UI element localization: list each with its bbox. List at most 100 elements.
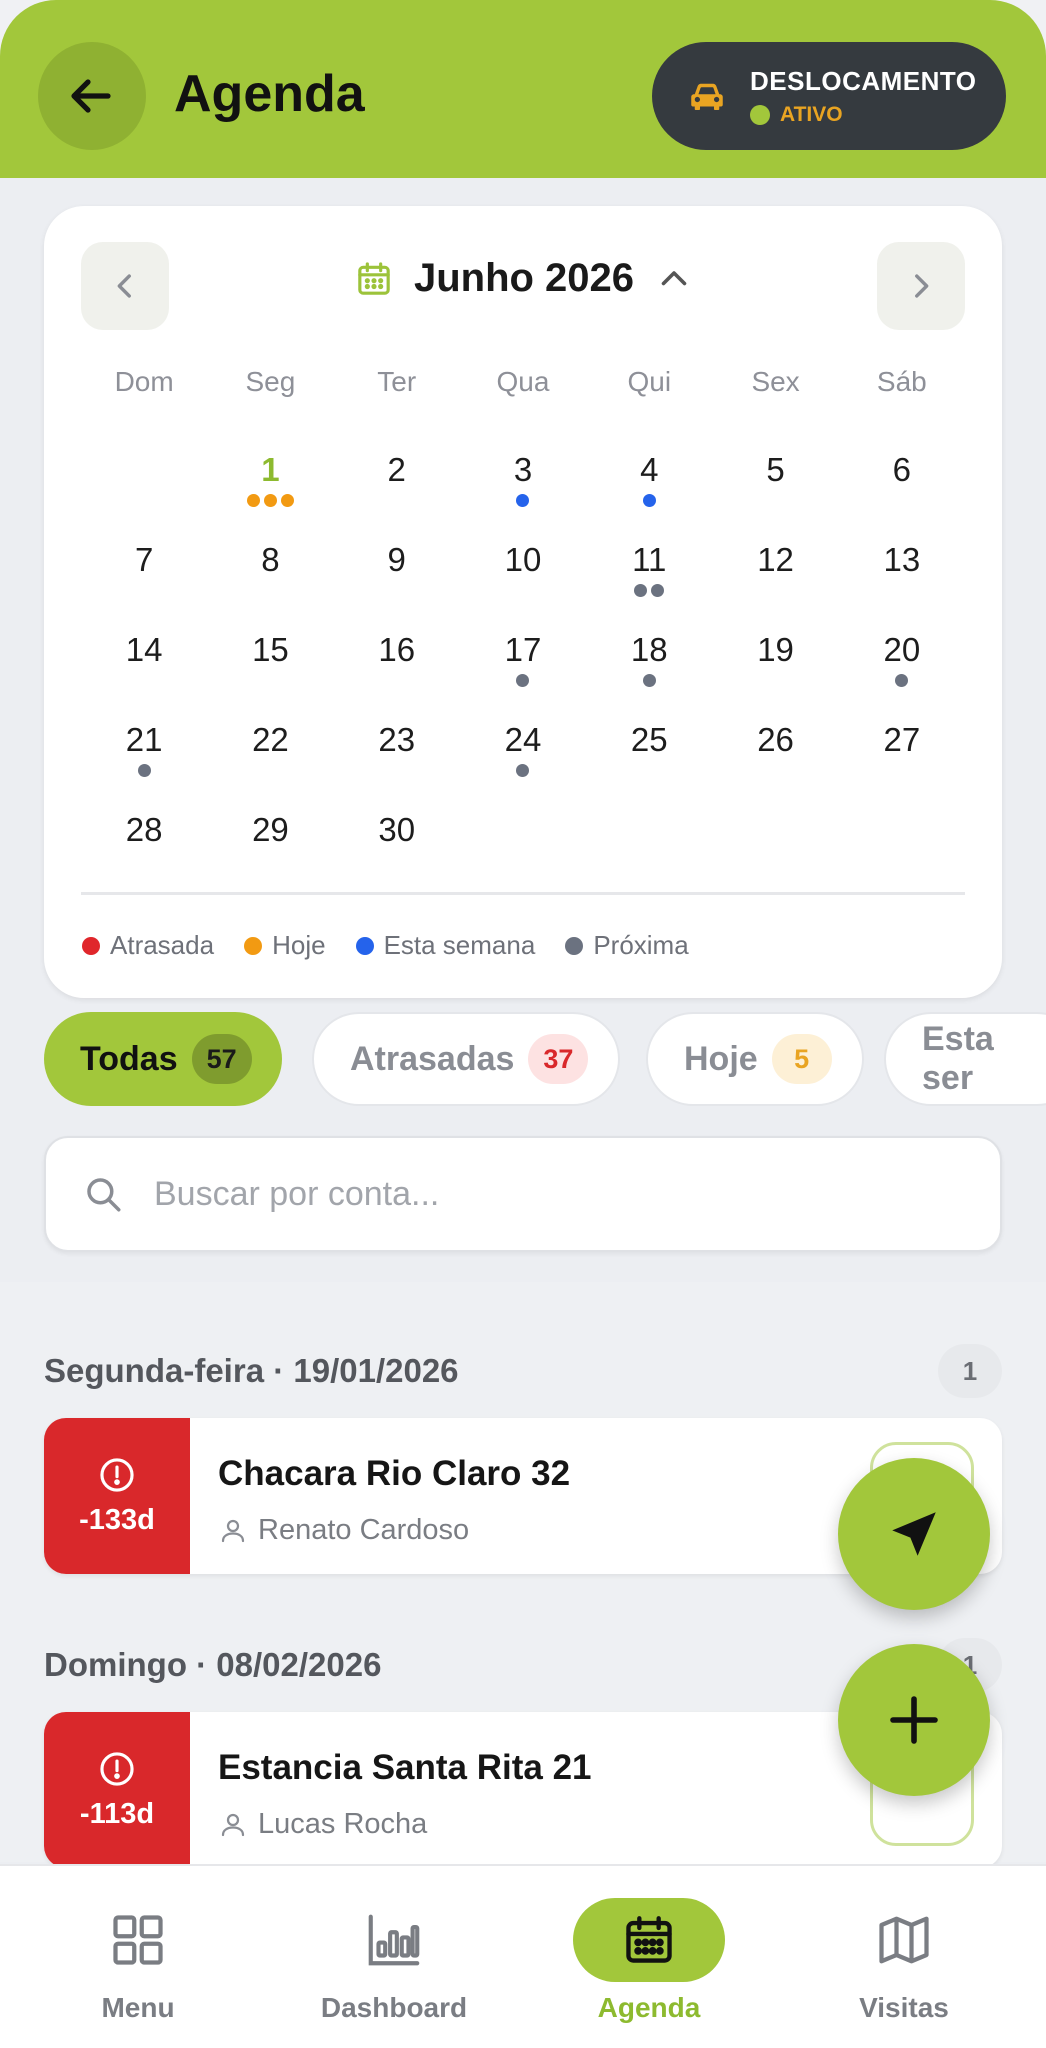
calendar-day-number: 11 bbox=[632, 541, 667, 578]
calendar-day[interactable]: 23 bbox=[334, 716, 460, 806]
calendar-day-number: 14 bbox=[125, 631, 163, 668]
days-late: -113d bbox=[79, 1797, 155, 1830]
visit-person: Lucas Rocha bbox=[218, 1808, 427, 1841]
calendar-day-number: 20 bbox=[883, 631, 921, 668]
calendar-day[interactable]: 1 bbox=[207, 446, 333, 536]
chevron-right-icon bbox=[915, 274, 929, 298]
calendar-day[interactable]: 18 bbox=[586, 626, 712, 716]
weekday-header: Dom Seg Ter Qua Qui Sex Sáb bbox=[81, 366, 965, 398]
calendar-day[interactable]: 4 bbox=[586, 446, 712, 536]
calendar-day[interactable]: 3 bbox=[460, 446, 586, 536]
calendar-day[interactable]: 24 bbox=[460, 716, 586, 806]
legend-item: Próxima bbox=[565, 930, 689, 961]
nav-item-dashboard[interactable]: Dashboard bbox=[284, 1866, 504, 2048]
legend-dot bbox=[82, 936, 100, 955]
calendar-day[interactable]: 17 bbox=[460, 626, 586, 716]
calendar-day-number: 18 bbox=[630, 631, 668, 668]
calendar-day[interactable]: 7 bbox=[81, 536, 207, 626]
calendar-day[interactable]: 12 bbox=[712, 536, 838, 626]
calendar-day[interactable]: 10 bbox=[460, 536, 586, 626]
calendar-day[interactable]: 14 bbox=[81, 626, 207, 716]
filter-chip-todas[interactable]: Todas 57 bbox=[44, 1012, 282, 1106]
event-dot bbox=[137, 764, 151, 777]
legend-label: Hoje bbox=[272, 930, 326, 960]
divider bbox=[81, 892, 965, 895]
event-indicators bbox=[81, 584, 207, 598]
calendar-day[interactable]: 19 bbox=[712, 626, 838, 716]
legend-dot bbox=[244, 936, 263, 955]
navigate-fab-button[interactable] bbox=[838, 1458, 990, 1610]
event-indicators bbox=[712, 764, 838, 778]
calendar-day[interactable]: 22 bbox=[207, 716, 333, 806]
status-dot bbox=[750, 104, 770, 125]
nav-item-menu[interactable]: Menu bbox=[28, 1866, 248, 2048]
event-dot bbox=[895, 674, 909, 687]
filter-chip-label: Atrasadas bbox=[350, 1039, 515, 1078]
event-dot bbox=[280, 494, 294, 507]
user-icon bbox=[221, 1519, 245, 1542]
event-indicators bbox=[460, 764, 586, 778]
overdue-indicator: -113d bbox=[44, 1712, 190, 1868]
event-indicators bbox=[207, 494, 333, 508]
weekday-label: Sex bbox=[751, 366, 800, 397]
calendar-day[interactable]: 11 bbox=[586, 536, 712, 626]
calendar-day[interactable]: 16 bbox=[334, 626, 460, 716]
event-indicators bbox=[207, 584, 333, 598]
nav-label: Visitas bbox=[859, 1992, 949, 2023]
back-button[interactable] bbox=[38, 42, 146, 150]
calendar-day[interactable]: 6 bbox=[839, 446, 965, 536]
calendar-day[interactable]: 9 bbox=[334, 536, 460, 626]
event-dot bbox=[516, 494, 530, 507]
month-selector[interactable]: Junho 2026 bbox=[44, 256, 1002, 301]
calendar-icon bbox=[358, 261, 390, 295]
calendar-day[interactable]: 2 bbox=[334, 446, 460, 536]
plus-icon bbox=[890, 1696, 938, 1744]
event-indicators bbox=[586, 584, 712, 598]
calendar-day[interactable]: 28 bbox=[81, 806, 207, 896]
event-indicators bbox=[334, 854, 460, 868]
calendar-day[interactable]: 26 bbox=[712, 716, 838, 806]
legend-label: Próxima bbox=[593, 930, 689, 960]
event-indicators bbox=[207, 854, 333, 868]
calendar-day[interactable]: 5 bbox=[712, 446, 838, 536]
next-month-button[interactable] bbox=[877, 242, 965, 330]
legend-item: Hoje bbox=[244, 930, 326, 961]
event-indicators bbox=[81, 674, 207, 688]
arrow-left-icon bbox=[71, 79, 111, 113]
event-indicators bbox=[586, 674, 712, 688]
search-input[interactable] bbox=[154, 1174, 934, 1214]
calendar-day-number: 2 bbox=[387, 451, 406, 488]
add-fab-button[interactable] bbox=[838, 1644, 990, 1796]
calendar-day-number: 12 bbox=[757, 541, 794, 578]
page-title: Agenda bbox=[174, 65, 365, 123]
calendar-day[interactable]: 13 bbox=[839, 536, 965, 626]
trip-status: ATIVO bbox=[750, 103, 977, 127]
calendar-day[interactable]: 30 bbox=[334, 806, 460, 896]
filter-chip-esta-semana[interactable]: Esta ser bbox=[884, 1012, 1046, 1106]
calendar-day[interactable]: 15 bbox=[207, 626, 333, 716]
event-dot bbox=[516, 764, 530, 777]
navigation-arrow-icon bbox=[892, 1512, 936, 1556]
filter-chip-atrasadas[interactable]: Atrasadas 37 bbox=[312, 1012, 621, 1106]
calendar-day[interactable]: 21 bbox=[81, 716, 207, 806]
nav-item-visitas[interactable]: Visitas bbox=[794, 1866, 1014, 2048]
calendar-day[interactable]: 8 bbox=[207, 536, 333, 626]
nav-item-agenda[interactable]: Agenda bbox=[539, 1866, 759, 2048]
calendar-day[interactable]: 29 bbox=[207, 806, 333, 896]
calendar-day-number: 13 bbox=[883, 541, 921, 578]
calendar-day[interactable]: 20 bbox=[839, 626, 965, 716]
event-indicators bbox=[839, 764, 965, 778]
calendar-day-number: 24 bbox=[504, 721, 542, 758]
calendar-day[interactable]: 27 bbox=[839, 716, 965, 806]
calendar-day-number: 30 bbox=[378, 811, 416, 848]
calendar-day[interactable]: 25 bbox=[586, 716, 712, 806]
trip-status-button[interactable]: DESLOCAMENTO ATIVO bbox=[652, 42, 1006, 150]
calendar-day-number: 17 bbox=[504, 631, 542, 668]
filter-chip-hoje[interactable]: Hoje 5 bbox=[646, 1012, 864, 1106]
event-dot bbox=[246, 494, 260, 507]
visit-person-name: Lucas Rocha bbox=[258, 1808, 428, 1840]
calendar-day-number: 29 bbox=[252, 811, 289, 848]
calendar-day-number: 16 bbox=[378, 631, 416, 668]
event-indicators bbox=[207, 764, 333, 778]
map-icon bbox=[879, 1916, 929, 1964]
